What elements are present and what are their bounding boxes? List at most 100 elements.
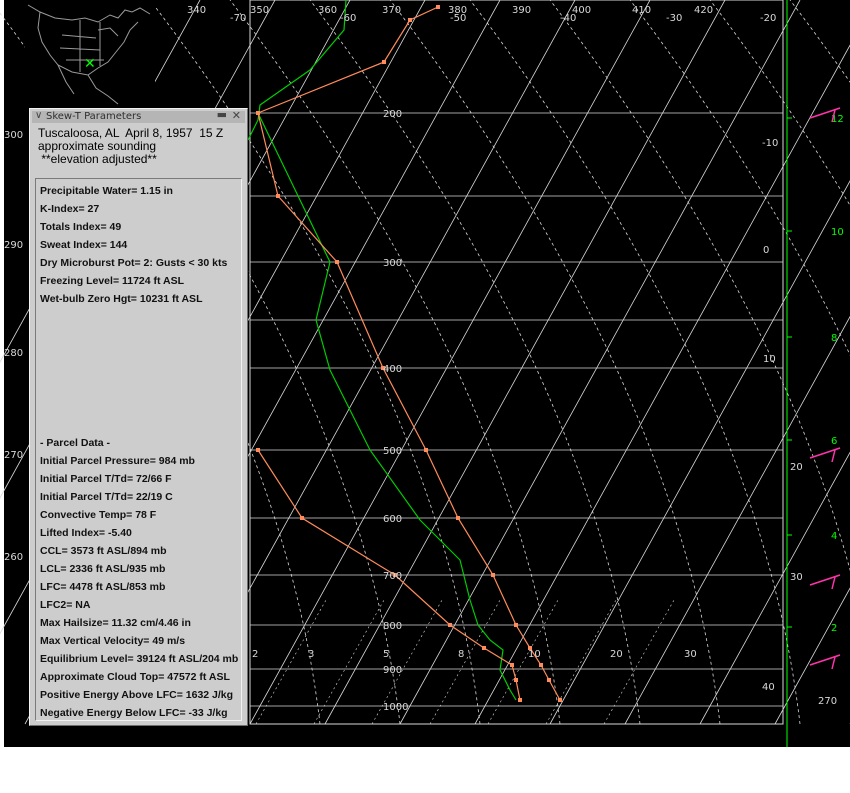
parcel-line: LCL= 2336 ft ASL/935 mb (40, 563, 166, 575)
theta-label: 420 (694, 5, 713, 16)
mixing-ratio-label: 8 (458, 649, 464, 660)
left-theta-label: 260 (4, 552, 23, 563)
left-theta-label: 300 (4, 130, 23, 141)
parameters-list: Precipitable Water= 1.15 in K-Index= 27 … (35, 178, 242, 721)
mixing-ratio-label: 5 (383, 649, 389, 660)
parcel-line: LFC= 4478 ft ASL/853 mb (40, 581, 166, 593)
parcel-line: CCL= 3573 ft ASL/894 mb (40, 545, 167, 557)
left-theta-label: 270 (4, 450, 23, 461)
pressure-label: 700 (383, 571, 402, 582)
profile-point (518, 698, 522, 702)
header-sounding-type: approximate sounding (38, 139, 157, 153)
chevron-down-icon[interactable]: ∨ (35, 110, 42, 122)
profile-point (558, 698, 562, 702)
close-button[interactable]: ✕ (232, 110, 241, 122)
parcel-line: Negative Energy Below LFC= -33 J/kg (40, 707, 228, 719)
profile-point (335, 260, 339, 264)
parcel-line: Initial Parcel Pressure= 984 mb (40, 455, 195, 467)
isotherm-label: -20 (760, 13, 776, 24)
pressure-label: 400 (383, 364, 402, 375)
pressure-label: 1000 (383, 702, 408, 713)
profile-point (456, 516, 460, 520)
left-theta-label: 290 (4, 240, 23, 251)
mixing-ratio-label: 2 (252, 649, 258, 660)
parcel-line: Max Vertical Velocity= 49 m/s (40, 635, 186, 647)
profile-point (448, 623, 452, 627)
param-line: Freezing Level= 11724 ft ASL (40, 275, 185, 287)
pressure-label: 500 (383, 446, 402, 457)
theta-label: 390 (512, 5, 531, 16)
parcel-line: Lifted Index= -5.40 (40, 527, 132, 539)
isotherm-label: -60 (340, 13, 356, 24)
left-theta-label: 280 (4, 348, 23, 359)
profile-point (482, 646, 486, 650)
pressure-label: 300 (383, 258, 402, 269)
mixing-ratio-label: 30 (684, 649, 697, 660)
param-line: K-Index= 27 (40, 203, 100, 215)
parcel-line: Initial Parcel T/Td= 22/19 C (40, 491, 173, 503)
profile-point (256, 448, 260, 452)
isotherm-label: -30 (666, 13, 682, 24)
param-line: Precipitable Water= 1.15 in (40, 185, 173, 197)
theta-label: 350 (250, 5, 269, 16)
theta-label: 360 (318, 5, 337, 16)
height-label: 8 (831, 333, 837, 344)
theta-label: 370 (382, 5, 401, 16)
pressure-label: 800 (383, 621, 402, 632)
isotherm-label: 10 (763, 354, 776, 365)
param-line: Totals Index= 49 (40, 221, 122, 233)
pressure-label: 900 (383, 665, 402, 676)
mixing-ratio-label: 3 (308, 649, 314, 660)
minimize-button[interactable]: ▬ (217, 109, 227, 121)
header-elevation-note: **elevation adjusted** (38, 152, 157, 166)
theta-label: 410 (632, 5, 651, 16)
height-label: 2 (831, 623, 837, 634)
profile-point (276, 194, 280, 198)
height-label: 6 (831, 436, 837, 447)
isotherm-label: 40 (762, 682, 775, 693)
isotherm-label: 20 (790, 462, 803, 473)
parcel-line: Approximate Cloud Top= 47572 ft ASL (40, 671, 230, 683)
profile-point (539, 663, 543, 667)
window-title: Skew-T Parameters (46, 111, 142, 122)
profile-point (256, 111, 260, 115)
skew-t-parameters-window: ∨ Skew-T Parameters ▬ ✕ Tuscaloosa, AL A… (29, 108, 248, 726)
mixing-ratio-label: 10 (528, 649, 541, 660)
sounding-header: Tuscaloosa, AL April 8, 1957 15 Z approx… (38, 127, 223, 166)
svg-text:✕: ✕ (84, 56, 96, 72)
profile-point (510, 663, 514, 667)
isotherm-label: -50 (450, 13, 466, 24)
profile-point (408, 18, 412, 22)
height-label: 10 (831, 227, 844, 238)
profile-point (436, 5, 440, 9)
header-station-date: Tuscaloosa, AL April 8, 1957 15 Z (38, 126, 224, 140)
parcel-line: Convective Temp= 78 F (40, 509, 157, 521)
parcel-line: Initial Parcel T/Td= 72/66 F (40, 473, 172, 485)
window-titlebar[interactable]: ∨ Skew-T Parameters ▬ ✕ (32, 109, 245, 123)
isotherm-label: 30 (790, 572, 803, 583)
profile-point (382, 60, 386, 64)
isotherm-label: -70 (230, 13, 246, 24)
isotherm-label: -40 (560, 13, 576, 24)
location-map-icon: ✕ (25, 0, 155, 108)
isotherm-label: 0 (763, 245, 769, 256)
bottom-right-label: 270 (818, 696, 837, 707)
parcel-line: Equilibrium Level= 39124 ft ASL/204 mb (40, 653, 239, 665)
height-label: 4 (831, 531, 837, 542)
param-line: Dry Microburst Pot= 2: Gusts < 30 kts (40, 257, 228, 269)
profile-point (514, 623, 518, 627)
isotherm-label: -10 (762, 138, 778, 149)
pressure-label: 200 (383, 109, 402, 120)
pressure-label: 600 (383, 514, 402, 525)
parcel-data-heading: - Parcel Data - (40, 437, 111, 449)
profile-point (424, 448, 428, 452)
profile-point (514, 678, 518, 682)
theta-label: 340 (187, 5, 206, 16)
profile-point (300, 516, 304, 520)
param-line: Wet-bulb Zero Hgt= 10231 ft ASL (40, 293, 203, 305)
param-line: Sweat Index= 144 (40, 239, 128, 251)
parcel-line: Positive Energy Above LFC= 1632 J/kg (40, 689, 234, 701)
profile-point (491, 573, 495, 577)
parcel-line: Max Hailsize= 11.32 cm/4.46 in (40, 617, 191, 629)
profile-point (547, 678, 551, 682)
